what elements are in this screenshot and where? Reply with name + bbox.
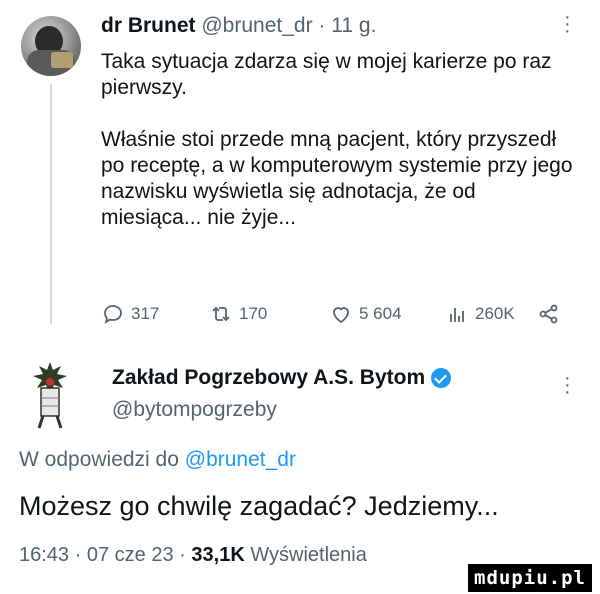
reply-author-name: Zakład Pogrzebowy A.S. Bytom [112, 366, 426, 389]
reply-button[interactable]: 317 [101, 299, 159, 329]
tweet-paragraph-2: Właśnie stoi przede mną pacjent, który p… [101, 128, 573, 229]
reply-date[interactable]: 07 cze 23 [87, 544, 174, 566]
reply-meta: 16:43 · 07 cze 23 · 33,1K Wyświetlenia [19, 544, 367, 567]
meta-separator: · [74, 544, 82, 566]
author-name[interactable]: dr Brunet [101, 14, 196, 37]
tweet-actions: 317 170 5 604 260K [101, 299, 561, 329]
share-button[interactable] [537, 299, 561, 329]
funeral-home-avatar[interactable] [27, 358, 73, 430]
author-handle[interactable]: @brunet_dr [201, 14, 312, 37]
watermark-logo: mdupiu.pl [468, 564, 592, 592]
views-button[interactable]: 260K [445, 299, 515, 329]
like-count: 5 604 [359, 304, 402, 323]
views-count: 260K [475, 304, 515, 323]
reply-author[interactable]: Zakład Pogrzebowy A.S. Bytom [112, 366, 452, 390]
meta-separator: · [179, 544, 186, 566]
like-button[interactable]: 5 604 [329, 299, 402, 329]
tweet-time[interactable]: 11 g. [331, 14, 376, 37]
reply-body: Możesz go chwilę zagadać? Jedziemy... [19, 491, 499, 521]
share-icon [539, 304, 558, 324]
tweet-paragraph-1: Taka sytuacja zdarza się w mojej karierz… [101, 50, 552, 99]
heart-icon [333, 307, 349, 324]
author-avatar[interactable] [21, 16, 81, 76]
retweet-icon [212, 306, 230, 322]
tweet-header: dr Brunet @brunet_dr · 11 g. [101, 14, 376, 38]
reply-handle[interactable]: @bytompogrzeby [112, 398, 277, 422]
retweet-count: 170 [239, 304, 268, 323]
reply-views-count: 33,1K [191, 544, 245, 566]
thread-line [50, 84, 52, 324]
replying-to-mention[interactable]: @brunet_dr [185, 448, 296, 471]
retweet-button[interactable]: 170 [209, 299, 267, 329]
more-options-icon[interactable]: · · · [564, 368, 571, 402]
meta-separator: · [318, 14, 326, 37]
reply-icon [104, 305, 122, 324]
replying-to-label: W odpowiedzi do [19, 448, 179, 471]
reply-views-label: Wyświetlenia [250, 544, 367, 566]
reply-time[interactable]: 16:43 [19, 544, 69, 566]
more-options-icon[interactable]: · · · [564, 7, 571, 41]
tweet-body: Taka sytuacja zdarza się w mojej karierz… [101, 49, 581, 257]
bar-chart-icon [450, 308, 464, 322]
verified-badge-icon [431, 368, 452, 388]
replying-to: W odpowiedzi do @brunet_dr [19, 448, 296, 472]
reply-count: 317 [131, 304, 160, 323]
